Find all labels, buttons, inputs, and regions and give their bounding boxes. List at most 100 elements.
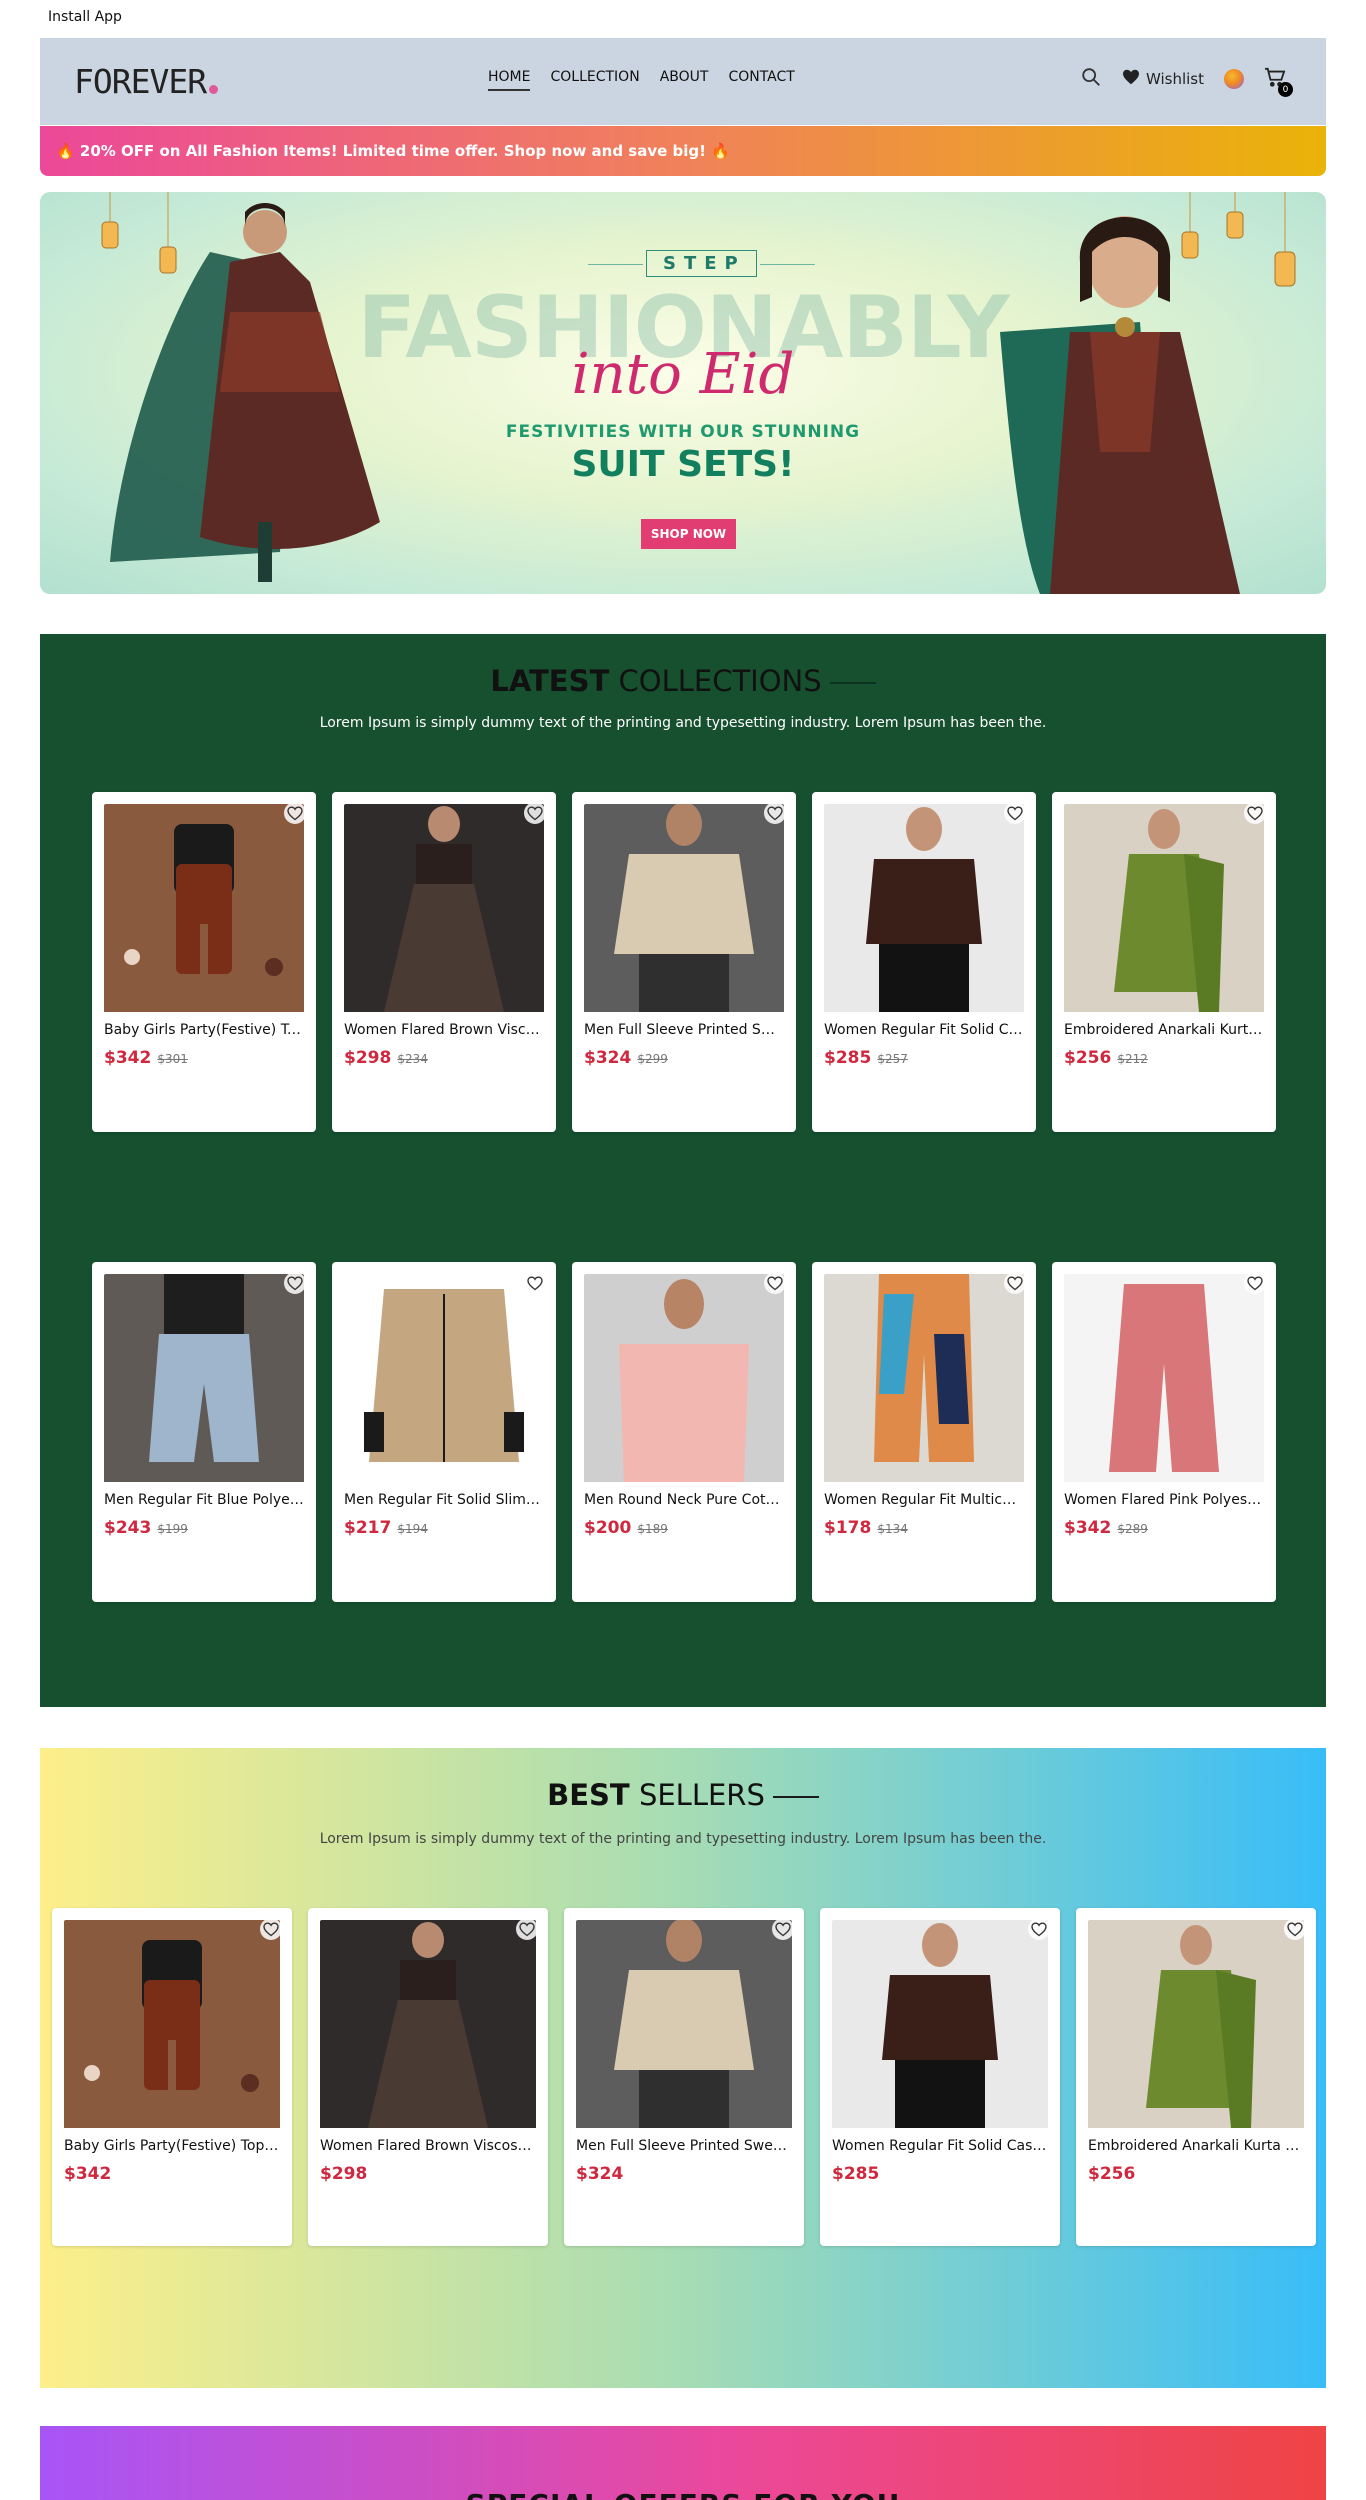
product-name[interactable]: Baby Girls Party(Festive) Top and Pant S… <box>64 2138 280 2154</box>
brand-logo[interactable]: FOREVER <box>74 62 207 101</box>
product-name[interactable]: Embroidered Anarkali Kurta Set <box>1064 1022 1264 1038</box>
product-image[interactable] <box>104 804 304 1016</box>
user-avatar[interactable] <box>1224 69 1244 89</box>
product-name[interactable]: Men Full Sleeve Printed Sweatshirt <box>584 1022 784 1038</box>
wishlist-heart-icon[interactable] <box>1244 1272 1266 1294</box>
heart-icon <box>1122 69 1140 89</box>
product-image[interactable] <box>824 804 1024 1016</box>
cart-button[interactable]: 0 <box>1264 67 1293 97</box>
product-original-price: $257 <box>877 1052 908 1066</box>
product-image[interactable] <box>344 1274 544 1486</box>
wishlist-heart-icon[interactable] <box>764 802 786 824</box>
product-card[interactable]: Women Flared Brown Viscose Rayon Skirt $2… <box>308 1908 548 2246</box>
product-image[interactable] <box>320 1920 536 2132</box>
product-price: $342 <box>104 1048 152 1068</box>
product-card[interactable]: Women Flared Pink Polyester Trousers $342… <box>1052 1262 1276 1602</box>
product-image[interactable] <box>584 1274 784 1486</box>
wishlist-heart-icon[interactable] <box>1284 1918 1306 1940</box>
nav-home[interactable]: HOME <box>488 69 531 91</box>
product-card[interactable]: Embroidered Anarkali Kurta Set $256 $212 <box>1052 792 1276 1132</box>
product-name[interactable]: Baby Girls Party(Festive) Top and Pant S… <box>104 1022 304 1038</box>
product-card[interactable]: Women Regular Fit Solid Casual Shirt $285 <box>820 1908 1060 2246</box>
product-name[interactable]: Women Regular Fit Solid Casual Shirt <box>824 1022 1024 1038</box>
product-name[interactable]: Women Flared Brown Viscose Rayon Skirt <box>344 1022 544 1038</box>
product-image[interactable] <box>1064 1274 1264 1486</box>
product-card[interactable]: Baby Girls Party(Festive) Top and Pant S… <box>52 1908 292 2246</box>
product-name[interactable]: Men Regular Fit Blue Polyester Trousers <box>104 1492 304 1508</box>
wishlist-heart-icon[interactable] <box>764 1272 786 1294</box>
product-price: $298 <box>320 2164 368 2184</box>
product-price: $342 <box>1064 1518 1112 1538</box>
product-image[interactable] <box>1064 804 1264 1016</box>
wishlist-heart-icon[interactable] <box>772 1918 794 1940</box>
product-name[interactable]: Women Flared Pink Polyester Trousers <box>1064 1492 1264 1508</box>
shop-now-button[interactable]: SHOP NOW <box>641 519 736 549</box>
product-price: $178 <box>824 1518 872 1538</box>
product-card[interactable]: Embroidered Anarkali Kurta Set $256 <box>1076 1908 1316 2246</box>
product-price: $256 <box>1064 1048 1112 1068</box>
wishlist-heart-icon[interactable] <box>524 802 546 824</box>
section-subtitle: Lorem Ipsum is simply dummy text of the … <box>319 1831 1047 1847</box>
product-price-row: $285 <box>832 2164 879 2184</box>
product-image[interactable] <box>584 804 784 1016</box>
wishlist-heart-icon[interactable] <box>284 1272 306 1294</box>
product-price-row: $217 $194 <box>344 1518 428 1538</box>
nav-about[interactable]: ABOUT <box>660 69 709 91</box>
navbar: FOREVER HOME COLLECTION ABOUT CONTACT Wi… <box>40 38 1326 125</box>
product-card[interactable]: Men Full Sleeve Printed Sweatshirt $324 <box>564 1908 804 2246</box>
wishlist-heart-icon[interactable] <box>260 1918 282 1940</box>
product-price: $200 <box>584 1518 632 1538</box>
wishlist-heart-icon[interactable] <box>524 1272 546 1294</box>
product-image[interactable] <box>64 1920 280 2132</box>
product-image[interactable] <box>824 1274 1024 1486</box>
product-name[interactable]: Men Regular Fit Solid Slim Collar Shirt <box>344 1492 544 1508</box>
nav-collection[interactable]: COLLECTION <box>550 69 639 91</box>
wishlist-heart-icon[interactable] <box>284 802 306 824</box>
product-image[interactable] <box>832 1920 1048 2132</box>
product-image[interactable] <box>1088 1920 1304 2132</box>
product-image[interactable] <box>104 1274 304 1486</box>
product-original-price: $199 <box>157 1522 188 1536</box>
wishlist-button[interactable]: Wishlist <box>1122 69 1204 89</box>
product-price-row: $324 <box>576 2164 623 2184</box>
product-price: $342 <box>64 2164 112 2184</box>
product-original-price: $189 <box>637 1522 668 1536</box>
product-price-row: $200 $189 <box>584 1518 668 1538</box>
product-price: $243 <box>104 1518 152 1538</box>
wishlist-heart-icon[interactable] <box>1244 802 1266 824</box>
product-card[interactable]: Men Regular Fit Solid Slim Collar Shirt $… <box>332 1262 556 1602</box>
product-price-row: $342 $289 <box>1064 1518 1148 1538</box>
product-card[interactable]: Baby Girls Party(Festive) Top and Pant S… <box>92 792 316 1132</box>
product-card[interactable]: Men Round Neck Pure Cotton T-Shirt $200 $1… <box>572 1262 796 1602</box>
wishlist-heart-icon[interactable] <box>1004 802 1026 824</box>
product-image[interactable] <box>576 1920 792 2132</box>
product-name[interactable]: Women Regular Fit Multicolor Trousers <box>824 1492 1024 1508</box>
product-name[interactable]: Women Regular Fit Solid Casual Shirt <box>832 2138 1048 2154</box>
product-price: $324 <box>584 1048 632 1068</box>
wishlist-heart-icon[interactable] <box>1004 1272 1026 1294</box>
product-original-price: $299 <box>637 1052 668 1066</box>
product-card[interactable]: Women Regular Fit Multicolor Trousers $17… <box>812 1262 1036 1602</box>
product-image[interactable] <box>344 804 544 1016</box>
product-price-row: $342 <box>64 2164 111 2184</box>
product-price: $285 <box>832 2164 880 2184</box>
nav-contact[interactable]: CONTACT <box>728 69 794 91</box>
product-name[interactable]: Women Flared Brown Viscose Rayon Skirt <box>320 2138 536 2154</box>
product-card[interactable]: Men Regular Fit Blue Polyester Trousers $… <box>92 1262 316 1602</box>
search-icon[interactable] <box>1080 66 1102 92</box>
hero-banner: FASHIONABLY STEP into Eid FESTIVITIES WI… <box>40 192 1326 594</box>
section-title-rest: COLLECTIONS <box>618 664 822 698</box>
product-name[interactable]: Men Round Neck Pure Cotton T-Shirt <box>584 1492 784 1508</box>
product-card[interactable]: Men Full Sleeve Printed Sweatshirt $324 $2… <box>572 792 796 1132</box>
product-card[interactable]: Women Flared Brown Viscose Rayon Skirt $2… <box>332 792 556 1132</box>
wishlist-heart-icon[interactable] <box>516 1918 538 1940</box>
special-offers-section: SPECIAL OFFERS FOR YOU <box>40 2426 1326 2500</box>
product-name[interactable]: Embroidered Anarkali Kurta Set <box>1088 2138 1304 2154</box>
wishlist-heart-icon[interactable] <box>1028 1918 1050 1940</box>
main-menu: HOME COLLECTION ABOUT CONTACT <box>488 69 795 91</box>
product-name[interactable]: Men Full Sleeve Printed Sweatshirt <box>576 2138 792 2154</box>
install-app-link[interactable]: Install App <box>48 9 122 25</box>
product-card[interactable]: Women Regular Fit Solid Casual Shirt $285… <box>812 792 1036 1132</box>
product-price: $324 <box>576 2164 624 2184</box>
product-price: $298 <box>344 1048 392 1068</box>
